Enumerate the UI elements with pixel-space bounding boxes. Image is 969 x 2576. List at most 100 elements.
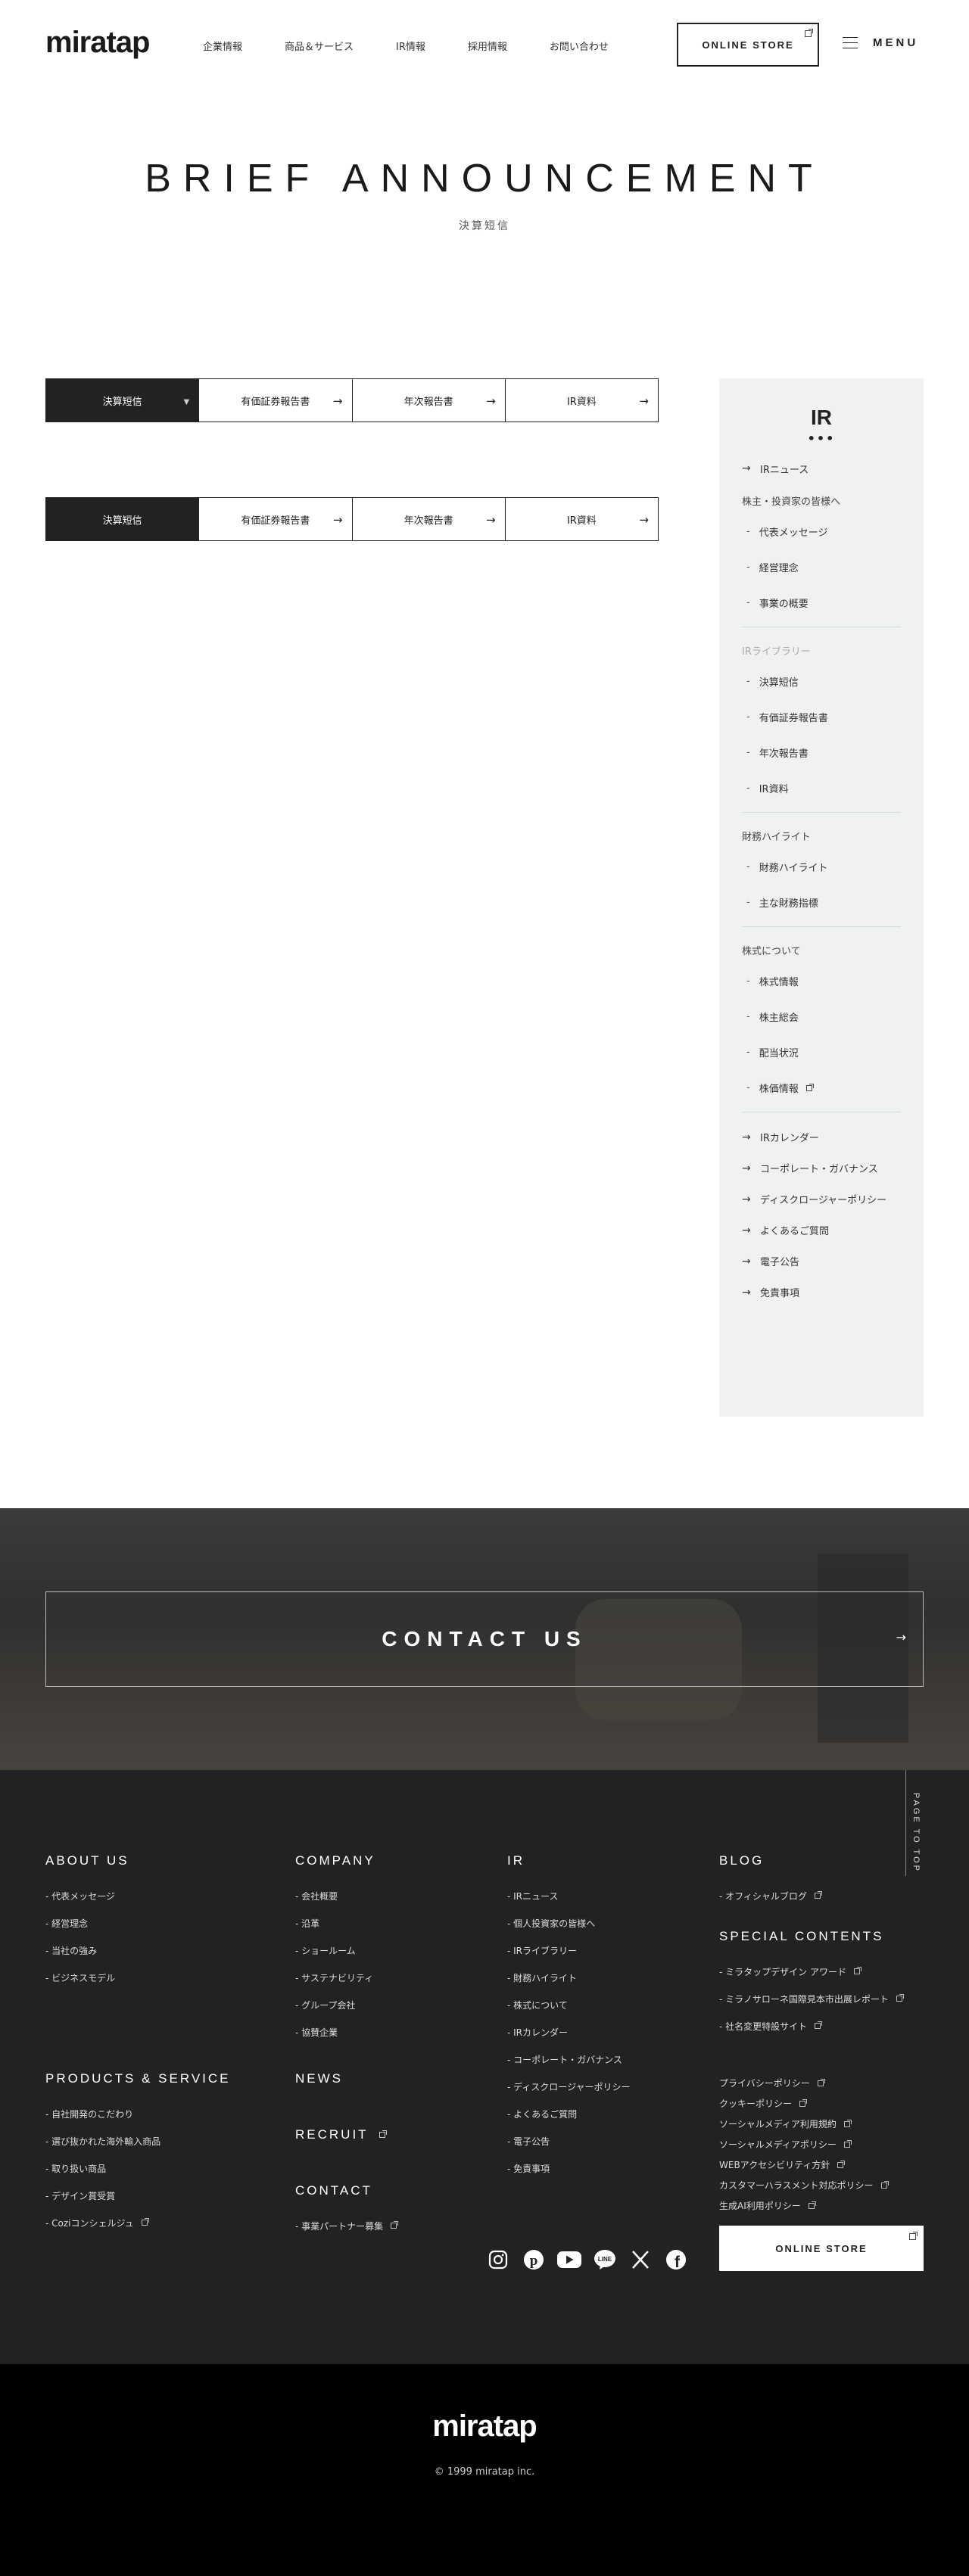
footer-link-award[interactable]: - ミラタップデザイン アワード (719, 1958, 902, 1985)
footer-link[interactable]: - ショールーム (295, 1937, 375, 1964)
tab-annual-report[interactable]: 年次報告書 → (353, 498, 506, 540)
footer-link[interactable]: - よくあるご質問 (507, 2100, 630, 2127)
sidebar-group-stock[interactable]: 株式について (742, 936, 901, 963)
page-to-top-button[interactable]: PAGE TO TOP (905, 1770, 936, 1876)
x-icon[interactable] (622, 2248, 658, 2271)
tab-ir-materials[interactable]: IR資料 → (506, 379, 658, 422)
sidebar-item[interactable]: 株主総会 (742, 999, 901, 1034)
sidebar-link[interactable]: → コーポレート・ガバナンス (742, 1153, 901, 1184)
pinterest-icon[interactable]: p (516, 2248, 551, 2271)
policy-link[interactable]: WEBアクセシビリティ方針 (719, 2154, 887, 2175)
sidebar-item[interactable]: 経営理念 (742, 549, 901, 585)
sidebar-item[interactable]: 主な財務指標 (742, 885, 901, 920)
sidebar-group-library[interactable]: IRライブラリー (742, 636, 901, 664)
footer-heading-recruit[interactable]: RECRUIT (295, 2127, 387, 2142)
tab-ir-materials[interactable]: IR資料 → (506, 498, 658, 540)
contact-us-button[interactable]: CONTACT US → (45, 1591, 924, 1687)
tab-brief-announcement[interactable]: 決算短信 (46, 498, 200, 540)
policy-link[interactable]: ソーシャルメディアポリシー (719, 2134, 887, 2154)
nav-recruit[interactable]: 採用情報 (468, 39, 507, 53)
policy-link[interactable]: 生成AI利用ポリシー (719, 2195, 887, 2216)
facebook-icon[interactable]: f (658, 2248, 693, 2271)
footer-link[interactable]: - 個人投資家の皆様へ (507, 1909, 630, 1937)
footer-link[interactable]: - サステナビリティ (295, 1964, 375, 1991)
footer-heading[interactable]: PRODUCTS & SERVICE (45, 2071, 231, 2086)
sidebar-group-financial[interactable]: 財務ハイライト (742, 822, 901, 849)
sidebar-item[interactable]: 決算短信 (742, 664, 901, 699)
policy-link[interactable]: プライバシーポリシー (719, 2073, 887, 2093)
sidebar-group-investors[interactable]: 株主・投資家の皆様へ (742, 487, 901, 514)
footer-link[interactable]: - 免責事項 (507, 2154, 630, 2182)
footer-link-salone[interactable]: - ミラノサローネ国際見本市出展レポート (719, 1985, 904, 2012)
online-store-button[interactable]: ONLINE STORE (677, 23, 819, 67)
nav-contact[interactable]: お問い合わせ (550, 39, 609, 53)
footer-link[interactable]: - コーポレート・ガバナンス (507, 2046, 630, 2073)
footer-heading[interactable]: CONTACT (295, 2183, 397, 2198)
footer-link-label: - 事業パートナー募集 (295, 2220, 384, 2232)
footer-link[interactable]: - グループ会社 (295, 1991, 375, 2018)
footer-link[interactable]: - 会社概要 (295, 1882, 375, 1909)
footer-heading[interactable]: COMPANY (295, 1853, 375, 1868)
footer-link[interactable]: - IRライブラリー (507, 1937, 630, 1964)
footer-heading[interactable]: BLOG (719, 1853, 821, 1868)
footer-link[interactable]: - 自社開発のこだわり (45, 2100, 231, 2127)
tab-brief-announcement[interactable]: 決算短信 ▼ (46, 379, 200, 422)
footer-link[interactable]: - 経営理念 (45, 1909, 129, 1937)
sidebar-link[interactable]: → ディスクロージャーポリシー (742, 1184, 901, 1215)
footer-link-partner[interactable]: - 事業パートナー募集 (295, 2212, 399, 2239)
footer-link[interactable]: - 当社の強み (45, 1937, 129, 1964)
sidebar-item[interactable]: 有価証券報告書 (742, 699, 901, 735)
footer-link-blog[interactable]: - オフィシャルブログ (719, 1882, 822, 1909)
footer-link[interactable]: - 株式について (507, 1991, 630, 2018)
footer-link[interactable]: - IRニュース (507, 1882, 630, 1909)
line-icon[interactable]: LINE (587, 2248, 622, 2271)
nav-ir[interactable]: IR情報 (396, 39, 425, 53)
footer-link-rename[interactable]: - 社名変更特設サイト (719, 2012, 902, 2039)
footer-link[interactable]: - 代表メッセージ (45, 1882, 129, 1909)
online-store-label: ONLINE STORE (775, 2242, 868, 2254)
arrow-right-icon: → (742, 462, 751, 474)
footer-link[interactable]: - 電子公告 (507, 2127, 630, 2154)
sidebar-item[interactable]: 年次報告書 (742, 735, 901, 770)
footer-link[interactable]: - 選び抜かれた海外輸入商品 (45, 2127, 231, 2154)
sidebar-item-stock-price[interactable]: 株価情報 (742, 1070, 901, 1106)
footer-heading[interactable]: ABOUT US (45, 1853, 129, 1868)
youtube-icon[interactable] (551, 2248, 587, 2271)
footer-link[interactable]: - 財務ハイライト (507, 1964, 630, 1991)
footer-heading[interactable]: IR (507, 1853, 630, 1868)
policy-link[interactable]: カスタマーハラスメント対応ポリシー (719, 2175, 889, 2195)
menu-button[interactable]: MENU (843, 36, 918, 49)
menu-label: MENU (873, 36, 919, 49)
sidebar-link[interactable]: → よくあるご質問 (742, 1215, 901, 1246)
footer-online-store-button[interactable]: ONLINE STORE (719, 2226, 924, 2271)
instagram-icon[interactable] (480, 2248, 516, 2271)
tab-annual-report[interactable]: 年次報告書 → (353, 379, 506, 422)
sidebar-item[interactable]: 株式情報 (742, 963, 901, 999)
footer-link[interactable]: - 協賛企業 (295, 2018, 375, 2046)
footer-link[interactable]: - デザイン賞受賞 (45, 2182, 231, 2209)
footer-heading-news[interactable]: NEWS (295, 2071, 343, 2086)
sidebar-link[interactable]: → IRカレンダー (742, 1122, 901, 1153)
sidebar-item[interactable]: 事業の概要 (742, 585, 901, 621)
policy-link[interactable]: ソーシャルメディア利用規約 (719, 2114, 887, 2134)
footer-logo[interactable]: miratap (0, 2410, 969, 2444)
footer-link[interactable]: - ビジネスモデル (45, 1964, 129, 1991)
site-logo[interactable]: miratap (45, 26, 150, 60)
sidebar-item[interactable]: 財務ハイライト (742, 849, 901, 885)
sidebar-link[interactable]: → 電子公告 (742, 1246, 901, 1277)
sidebar-item[interactable]: IR資料 (742, 770, 901, 806)
footer-link-concierge[interactable]: - Coziコンシェルジュ (45, 2209, 231, 2236)
footer-link[interactable]: - ディスクロージャーポリシー (507, 2073, 630, 2100)
footer-link[interactable]: - 沿革 (295, 1909, 375, 1937)
sidebar-item[interactable]: 配当状況 (742, 1034, 901, 1070)
nav-company[interactable]: 企業情報 (203, 39, 242, 53)
sidebar-item[interactable]: 代表メッセージ (742, 514, 901, 549)
tab-securities-report[interactable]: 有価証券報告書 → (199, 498, 353, 540)
sidebar-link[interactable]: → 免責事項 (742, 1277, 901, 1308)
footer-link[interactable]: - 取り扱い商品 (45, 2154, 231, 2182)
tab-securities-report[interactable]: 有価証券報告書 → (199, 379, 353, 422)
footer-link[interactable]: - IRカレンダー (507, 2018, 630, 2046)
policy-link[interactable]: クッキーポリシー (719, 2093, 887, 2114)
nav-products[interactable]: 商品＆サービス (285, 39, 354, 53)
sidebar-link-ir-news[interactable]: → IRニュース (742, 458, 901, 479)
